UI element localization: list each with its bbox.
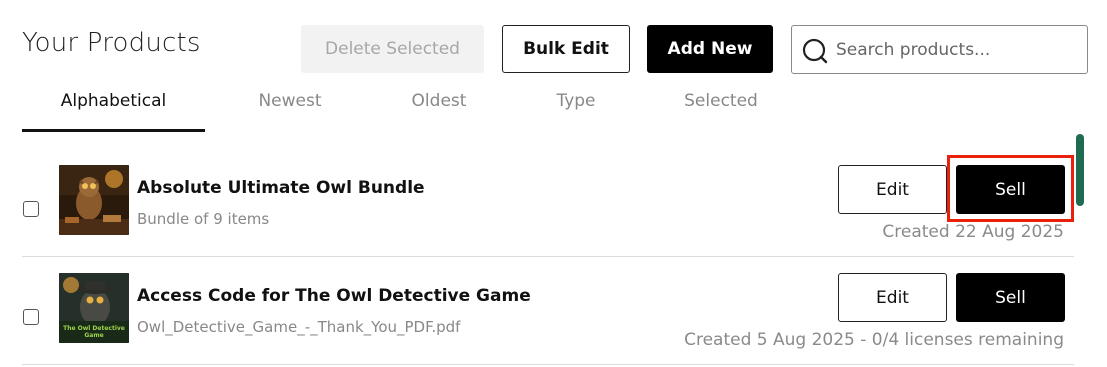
tab-type[interactable]: Type (512, 91, 640, 111)
product-created-date: Created 22 Aug 2025 (882, 222, 1064, 242)
product-thumbnail: The Owl Detective Game (59, 273, 129, 343)
row-checkbox[interactable] (23, 309, 39, 325)
row-checkbox[interactable] (23, 201, 39, 217)
search-box (791, 25, 1088, 74)
tab-selected[interactable]: Selected (656, 91, 786, 111)
search-input[interactable] (836, 26, 1076, 73)
add-new-button[interactable]: Add New (647, 25, 773, 73)
product-name[interactable]: Access Code for The Owl Detective Game (137, 286, 531, 306)
row-divider (22, 364, 1074, 365)
product-subtitle: Bundle of 9 items (137, 210, 270, 228)
tab-alphabetical[interactable]: Alphabetical (22, 91, 205, 111)
edit-button[interactable]: Edit (838, 273, 947, 322)
row-divider (22, 256, 1074, 257)
bulk-edit-button[interactable]: Bulk Edit (502, 25, 630, 73)
active-tab-indicator (22, 129, 205, 132)
product-thumbnail (59, 165, 129, 235)
sell-button[interactable]: Sell (956, 165, 1065, 214)
tab-newest[interactable]: Newest (226, 91, 354, 111)
tab-oldest[interactable]: Oldest (375, 91, 503, 111)
sell-button[interactable]: Sell (956, 273, 1065, 322)
search-icon (802, 38, 828, 68)
edit-button[interactable]: Edit (838, 165, 947, 214)
page-title: Your Products (22, 28, 201, 58)
product-license-info: Created 5 Aug 2025 - 0/4 licenses remain… (684, 330, 1064, 350)
product-subtitle: Owl_Detective_Game_-_Thank_You_PDF.pdf (137, 318, 461, 336)
thumbnail-caption: The Owl Detective Game (63, 325, 125, 339)
product-name[interactable]: Absolute Ultimate Owl Bundle (137, 178, 425, 198)
scrollbar-thumb[interactable] (1076, 134, 1084, 206)
delete-selected-button[interactable]: Delete Selected (301, 25, 484, 73)
